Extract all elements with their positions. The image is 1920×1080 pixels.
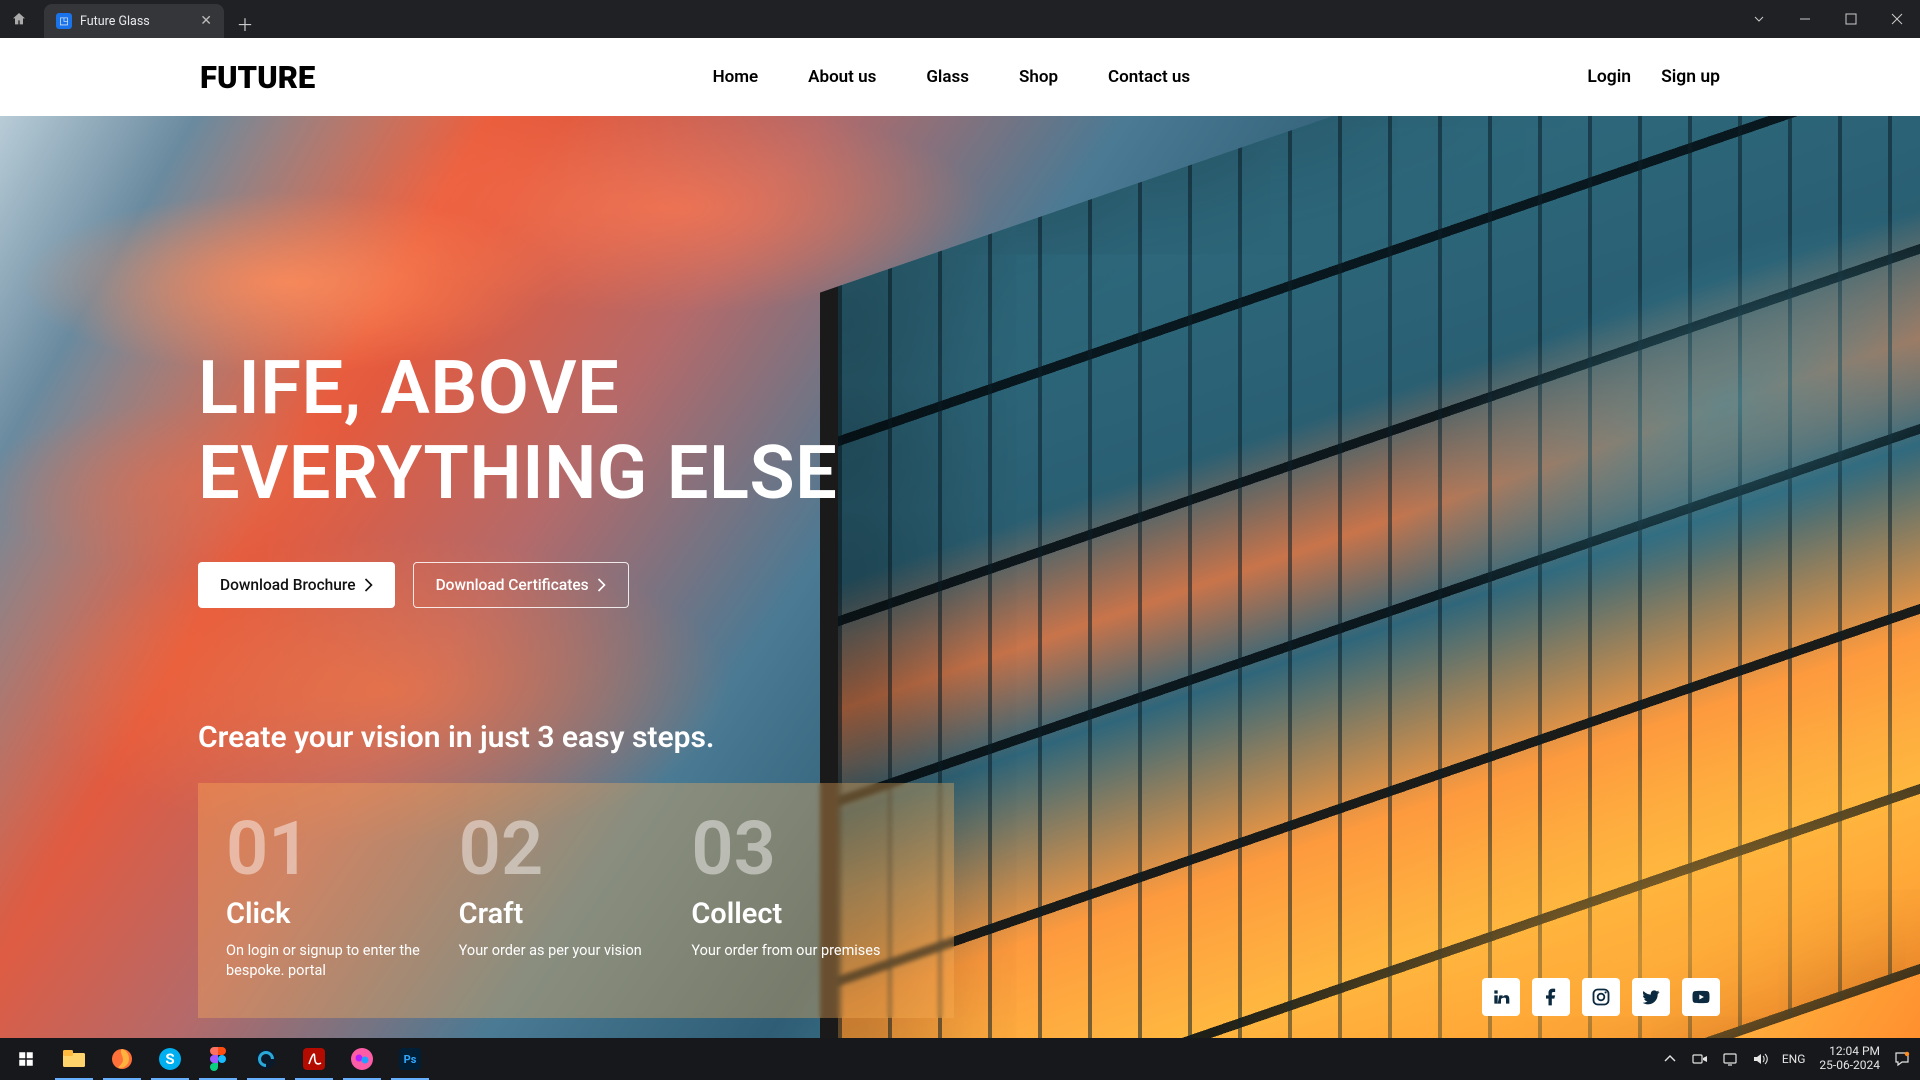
download-certificates-label: Download Certificates — [436, 576, 589, 594]
dropdown-icon[interactable] — [1736, 0, 1782, 38]
step-3-title: Collect — [691, 897, 906, 931]
nav-shop[interactable]: Shop — [1019, 67, 1058, 87]
hero-title-line2: EVERYTHING ELSE — [198, 430, 837, 517]
nav-contact[interactable]: Contact us — [1108, 67, 1190, 87]
start-button[interactable] — [2, 1038, 50, 1080]
tray-date: 25-06-2024 — [1819, 1059, 1880, 1073]
tray-clock[interactable]: 12:04 PM 25-06-2024 — [1819, 1045, 1880, 1073]
login-link[interactable]: Login — [1587, 67, 1631, 87]
twitter-link[interactable] — [1632, 978, 1670, 1016]
step-3-number: 03 — [691, 813, 906, 887]
download-certificates-button[interactable]: Download Certificates — [413, 562, 629, 608]
download-brochure-button[interactable]: Download Brochure — [198, 562, 395, 608]
page-icon: ◳ — [56, 13, 72, 29]
new-tab-button[interactable]: ＋ — [230, 8, 260, 38]
hero-building-image — [820, 116, 1920, 1042]
steps-heading: Create your vision in just 3 easy steps. — [198, 720, 954, 755]
nav-glass[interactable]: Glass — [926, 67, 969, 87]
hero-title: LIFE, ABOVE EVERYTHING ELSE — [198, 346, 954, 516]
nav-home[interactable]: Home — [713, 67, 759, 87]
linkedin-icon — [1491, 987, 1511, 1007]
tray-volume-icon[interactable] — [1752, 1051, 1768, 1067]
taskbar-explorer[interactable] — [50, 1038, 98, 1080]
facebook-link[interactable] — [1532, 978, 1570, 1016]
browser-tab[interactable]: ◳ Future Glass ✕ — [44, 4, 224, 38]
instagram-link[interactable] — [1582, 978, 1620, 1016]
step-1-number: 01 — [226, 813, 441, 887]
browser-tabstrip: ◳ Future Glass ✕ ＋ — [0, 0, 1920, 38]
tray-language[interactable]: ENG — [1782, 1052, 1806, 1066]
primary-nav: Home About us Glass Shop Contact us — [713, 67, 1191, 87]
hero-section: LIFE, ABOVE EVERYTHING ELSE Download Bro… — [0, 116, 1920, 1042]
step-2-desc: Your order as per your vision — [459, 941, 669, 961]
chevron-right-icon — [597, 578, 606, 592]
steps-card: 01 Click On login or signup to enter the… — [198, 783, 954, 1018]
download-brochure-label: Download Brochure — [220, 576, 356, 594]
site-navbar: FUTURE Home About us Glass Shop Contact … — [0, 38, 1920, 116]
step-2-number: 02 — [459, 813, 674, 887]
tray-network-icon[interactable] — [1722, 1051, 1738, 1067]
windows-taskbar: S Ps ENG 12:04 PM 25-06-2024 — [0, 1038, 1920, 1080]
step-3-desc: Your order from our premises — [691, 941, 901, 961]
youtube-icon — [1691, 987, 1711, 1007]
step-1-title: Click — [226, 897, 441, 931]
tray-time: 12:04 PM — [1819, 1045, 1880, 1059]
browser-home-button[interactable] — [0, 0, 38, 38]
instagram-icon — [1591, 987, 1611, 1007]
auth-nav: Login Sign up — [1587, 67, 1720, 87]
taskbar-photoshop[interactable]: Ps — [386, 1038, 434, 1080]
nav-about[interactable]: About us — [808, 67, 876, 87]
site-logo[interactable]: FUTURE — [200, 59, 315, 96]
social-links — [1482, 978, 1720, 1016]
linkedin-link[interactable] — [1482, 978, 1520, 1016]
svg-text:S: S — [165, 1050, 174, 1068]
tray-notifications-icon[interactable] — [1894, 1051, 1910, 1067]
taskbar-app-circle[interactable] — [242, 1038, 290, 1080]
tray-chevron-up-icon[interactable] — [1662, 1051, 1678, 1067]
svg-text:Ps: Ps — [404, 1053, 417, 1066]
taskbar-app-pink[interactable] — [338, 1038, 386, 1080]
step-1: 01 Click On login or signup to enter the… — [226, 813, 459, 980]
step-3: 03 Collect Your order from our premises — [691, 813, 924, 980]
window-maximize-button[interactable] — [1828, 0, 1874, 38]
step-2: 02 Craft Your order as per your vision — [459, 813, 692, 980]
step-2-title: Craft — [459, 897, 674, 931]
facebook-icon — [1541, 987, 1561, 1007]
twitter-icon — [1641, 987, 1661, 1007]
chevron-right-icon — [364, 578, 373, 592]
signup-link[interactable]: Sign up — [1661, 67, 1720, 87]
window-minimize-button[interactable] — [1782, 0, 1828, 38]
hero-title-line1: LIFE, ABOVE — [198, 345, 619, 432]
tray-meet-now-icon[interactable] — [1692, 1051, 1708, 1067]
page-viewport: FUTURE Home About us Glass Shop Contact … — [0, 38, 1920, 1042]
taskbar-firefox[interactable] — [98, 1038, 146, 1080]
system-tray[interactable]: ENG 12:04 PM 25-06-2024 — [1662, 1045, 1916, 1073]
step-1-desc: On login or signup to enter the bespoke.… — [226, 941, 436, 980]
taskbar-acrobat[interactable] — [290, 1038, 338, 1080]
youtube-link[interactable] — [1682, 978, 1720, 1016]
taskbar-skype[interactable]: S — [146, 1038, 194, 1080]
tab-title: Future Glass — [80, 14, 150, 29]
tab-close-icon[interactable]: ✕ — [200, 13, 212, 29]
window-close-button[interactable] — [1874, 0, 1920, 38]
taskbar-figma[interactable] — [194, 1038, 242, 1080]
